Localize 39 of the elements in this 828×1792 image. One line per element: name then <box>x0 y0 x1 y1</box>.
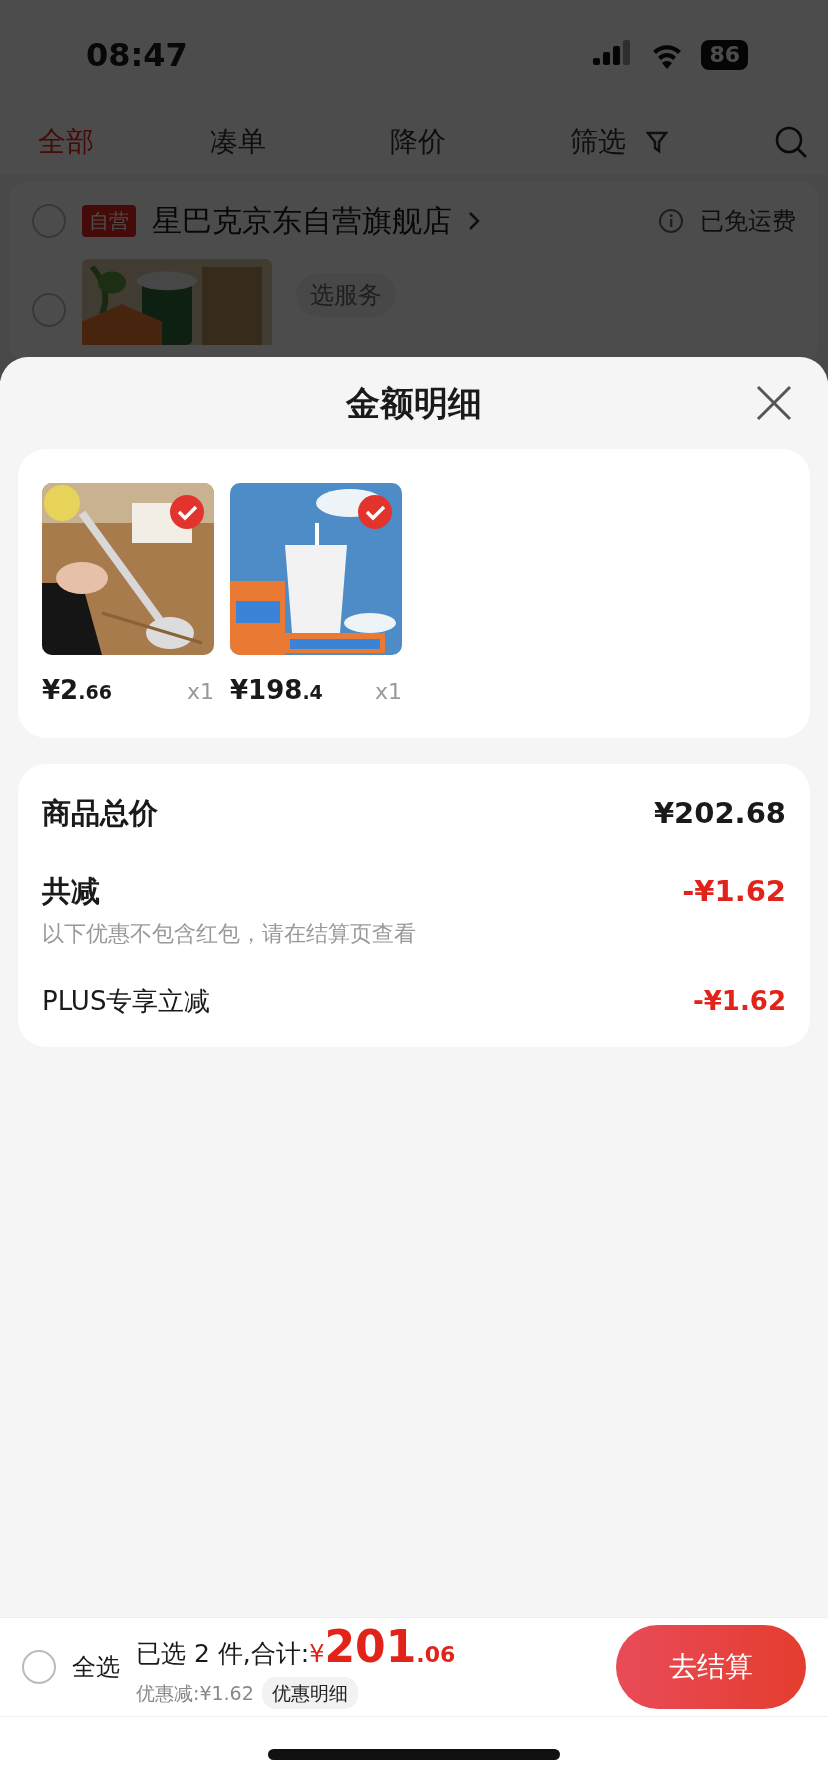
price-decimal: .4 <box>302 680 323 705</box>
search-icon[interactable] <box>774 125 808 159</box>
close-button[interactable] <box>754 383 794 423</box>
filter-tab[interactable]: 凑单 <box>210 121 266 163</box>
selected-summary: 已选 2 件,合计: <box>136 1638 310 1670</box>
row-value: -¥1.62 <box>682 872 786 910</box>
checkout-button[interactable]: 去结算 <box>616 1625 806 1709</box>
discount-text: 优惠减:¥1.62 <box>136 1680 254 1706</box>
item-quantity: x1 <box>374 678 402 706</box>
battery-indicator: 86 <box>701 40 748 70</box>
total-decimal: .06 <box>416 1641 456 1669</box>
filter-tab[interactable]: 降价 <box>390 121 446 163</box>
row-label: 共减 <box>42 872 100 910</box>
check-icon[interactable] <box>170 495 204 529</box>
row-value: -¥1.62 <box>692 985 786 1018</box>
row-value: ¥202.68 <box>653 795 786 832</box>
info-icon[interactable] <box>658 207 684 234</box>
discount-note: 以下优惠不包含红包，请在结算页查看 <box>42 920 417 948</box>
discount-detail-button[interactable]: 优惠明细 <box>261 1676 358 1709</box>
currency-symbol: ¥ <box>309 1640 325 1670</box>
funnel-icon[interactable] <box>646 130 668 154</box>
store-name[interactable]: 星巴克京东自营旗舰店 <box>152 198 452 243</box>
filter-tab[interactable]: 全部 <box>38 121 94 163</box>
select-all-label[interactable]: 全选 <box>72 1649 120 1685</box>
store-badge: 自营 <box>82 204 136 237</box>
shipping-label: 已免运费 <box>700 205 796 237</box>
select-all-checkbox[interactable] <box>22 1650 56 1684</box>
item-price: ¥2 <box>42 674 79 707</box>
filter-tab[interactable]: 筛选 <box>570 121 626 163</box>
price-decimal: .66 <box>78 680 112 705</box>
item-price: ¥198 <box>230 674 303 707</box>
row-label: 商品总价 <box>42 795 158 832</box>
status-time: 08:47 <box>86 35 188 76</box>
total-price: 201 <box>324 1625 417 1669</box>
check-icon[interactable] <box>358 495 392 529</box>
row-label: PLUS专享立减 <box>42 985 211 1018</box>
item-quantity: x1 <box>186 678 214 706</box>
sheet-title: 金额明细 <box>346 381 482 425</box>
chevron-icon <box>468 210 480 231</box>
